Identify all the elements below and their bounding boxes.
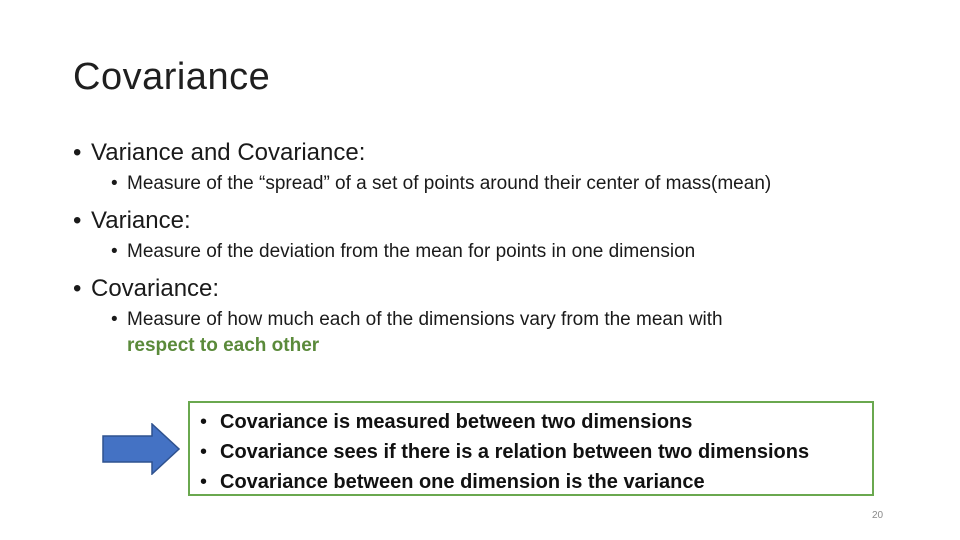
bullet-text: Variance:	[91, 207, 191, 234]
callout-item: • Covariance sees if there is a relation…	[196, 437, 872, 467]
subbullet-highlight-text: respect to each other	[127, 335, 320, 356]
bullet-text: Covariance:	[91, 275, 220, 302]
bullet-dot: •	[200, 441, 208, 463]
bullet-dot: •	[111, 173, 118, 194]
callout-box: • Covariance is measured between two dim…	[188, 401, 874, 496]
bullet-list: • Variance and Covariance: • Measure of …	[73, 137, 903, 367]
page-number: 20	[872, 510, 884, 521]
subbullet-text: Measure of the deviation from the mean f…	[127, 241, 696, 262]
slide: Covariance • Variance and Covariance: • …	[0, 0, 960, 540]
arrow-shape	[102, 423, 180, 475]
subbullet-item: • Measure of how much each of the dimens…	[73, 307, 903, 359]
callout-item: • Covariance between one dimension is th…	[196, 467, 872, 497]
subbullet-item: • Measure of the “spread” of a set of po…	[73, 171, 903, 197]
bullet-dot: •	[111, 241, 118, 262]
callout-text: Covariance is measured between two dimen…	[220, 411, 693, 433]
bullet-dot: •	[73, 275, 82, 302]
bullet-dot: •	[200, 471, 208, 493]
callout-item: • Covariance is measured between two dim…	[196, 407, 872, 437]
bullet-item: • Variance and Covariance:	[73, 137, 903, 169]
bullet-item: • Variance:	[73, 205, 903, 237]
bullet-dot: •	[111, 309, 118, 330]
bullet-item: • Covariance:	[73, 273, 903, 305]
bullet-text: Variance and Covariance:	[91, 139, 366, 166]
callout-text: Covariance between one dimension is the …	[220, 471, 705, 493]
subbullet-text: Measure of how much each of the dimensio…	[127, 309, 723, 330]
subbullet-text: Measure of the “spread” of a set of poin…	[127, 173, 772, 194]
slide-title: Covariance	[73, 56, 271, 98]
bullet-dot: •	[200, 411, 208, 433]
subbullet-item: • Measure of the deviation from the mean…	[73, 239, 903, 265]
bullet-dot: •	[73, 207, 82, 234]
right-arrow-icon	[102, 423, 180, 475]
bullet-dot: •	[73, 139, 82, 166]
callout-text: Covariance sees if there is a relation b…	[220, 441, 810, 463]
